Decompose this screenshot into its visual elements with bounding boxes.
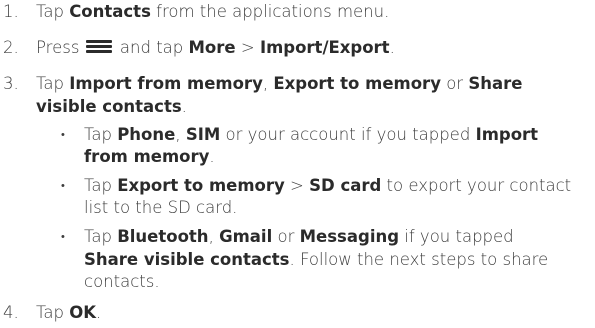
instruction-list: 1. Tap Contacts from the applications me… xyxy=(0,0,595,328)
step-text: Tap Import from memory, Export to memory… xyxy=(36,74,523,93)
bullet-text: contacts. xyxy=(84,272,160,291)
bullet-icon: • xyxy=(61,179,65,192)
bullet-text: Tap Bluetooth, Gmail or Messaging if you… xyxy=(84,227,514,246)
menu-icon xyxy=(85,40,112,54)
bullet-text: from memory. xyxy=(84,147,215,166)
step-number: 1. xyxy=(3,2,19,21)
bullet-icon: • xyxy=(61,128,65,141)
step-text: Tap OK. xyxy=(36,303,102,322)
bullet-icon: • xyxy=(61,230,65,243)
bullet-text: Share visible contacts. Follow the next … xyxy=(84,250,549,269)
step-text: visible contacts. xyxy=(36,97,187,116)
bullet-text: list to the SD card. xyxy=(84,198,238,217)
step-number: 4. xyxy=(3,303,19,322)
step-number: 3. xyxy=(3,74,19,93)
step-number: 2. xyxy=(3,38,19,57)
step-text: Tap Contacts from the applications menu. xyxy=(36,2,390,21)
step-text: Press and tap More > Import/Export. xyxy=(36,38,395,57)
bullet-text: Tap Phone, SIM or your account if you ta… xyxy=(84,125,539,144)
bullet-text: Tap Export to memory > SD card to export… xyxy=(84,176,572,195)
